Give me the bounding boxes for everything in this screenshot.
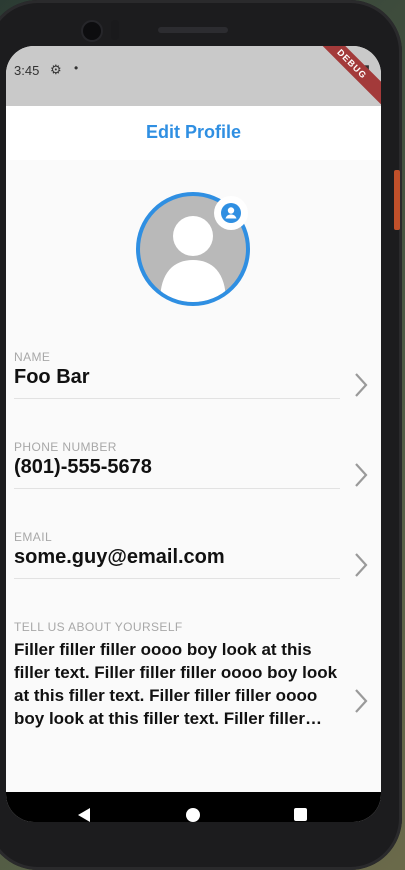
speaker-grille xyxy=(158,27,228,33)
edit-avatar-button[interactable] xyxy=(214,196,248,230)
notification-dot-icon: • xyxy=(74,61,79,75)
divider xyxy=(14,398,340,399)
about-value: Filler filler filler oooo boy look at th… xyxy=(14,640,338,728)
account-circle-icon xyxy=(221,203,241,223)
email-value: some.guy@email.com xyxy=(14,546,225,568)
avatar-wrap[interactable] xyxy=(136,192,250,306)
debug-banner: DEBUG xyxy=(307,46,381,109)
page-title: Edit Profile xyxy=(145,122,241,142)
home-icon[interactable] xyxy=(186,808,200,822)
phone-value: (801)-555-5678 xyxy=(14,456,152,478)
status-bar: 3:45 ⚙ • ▾▮ DEBUG xyxy=(6,46,381,109)
email-label: EMAIL xyxy=(14,530,53,544)
system-nav-bar xyxy=(6,792,381,822)
back-icon[interactable] xyxy=(76,807,92,822)
chevron-right-icon[interactable] xyxy=(354,688,368,714)
name-value: Foo Bar xyxy=(14,366,90,388)
camera-icon xyxy=(81,20,103,42)
recents-icon[interactable] xyxy=(294,808,307,821)
chevron-right-icon[interactable] xyxy=(354,552,368,578)
about-label: TELL US ABOUT YOURSELF xyxy=(14,620,183,634)
status-time: 3:45 xyxy=(14,63,40,78)
device-edge xyxy=(394,170,400,230)
divider xyxy=(14,578,340,579)
name-label: NAME xyxy=(14,350,51,364)
app-bar: Edit Profile xyxy=(6,106,381,160)
gear-icon: ⚙ xyxy=(50,62,62,77)
chevron-right-icon[interactable] xyxy=(354,462,368,488)
chevron-right-icon[interactable] xyxy=(354,372,368,398)
email-field[interactable]: EMAIL some.guy@email.com xyxy=(14,530,372,580)
phone-field[interactable]: PHONE NUMBER (801)-555-5678 xyxy=(14,440,372,490)
about-field[interactable]: TELL US ABOUT YOURSELF Filler filler fil… xyxy=(14,620,372,750)
phone-label: PHONE NUMBER xyxy=(14,440,117,454)
name-field[interactable]: NAME Foo Bar xyxy=(14,350,372,400)
screen: 3:45 ⚙ • ▾▮ DEBUG Edit Profile NAME Foo … xyxy=(6,46,381,822)
divider xyxy=(14,488,340,489)
sensor xyxy=(111,20,119,40)
